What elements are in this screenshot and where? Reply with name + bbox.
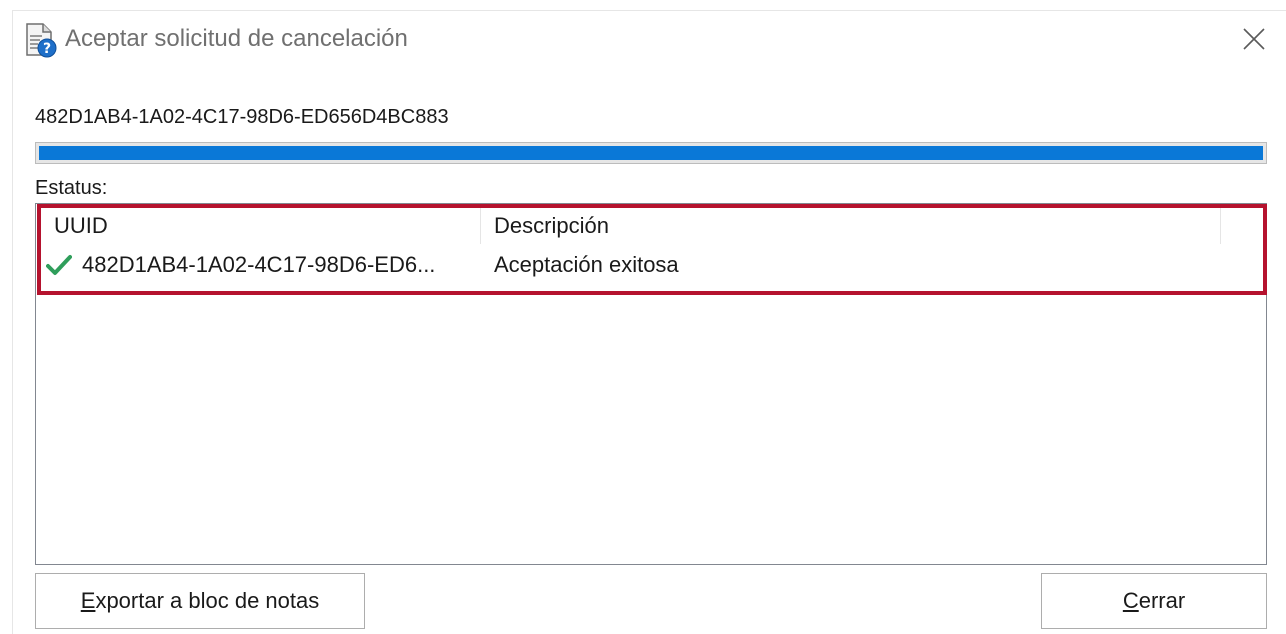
- status-list[interactable]: UUID Descripción 482D1AB4-1A02-4C17-98D6…: [35, 203, 1267, 565]
- close-button[interactable]: Cerrar: [1041, 573, 1267, 629]
- close-button-label: errar: [1138, 588, 1186, 613]
- window-title: Aceptar solicitud de cancelación: [65, 25, 408, 52]
- column-divider[interactable]: [480, 208, 481, 244]
- column-header-descripcion[interactable]: Descripción: [494, 204, 609, 248]
- current-uuid-label: 482D1AB4-1A02-4C17-98D6-ED656D4BC883: [35, 106, 449, 128]
- row-uuid-cell: 482D1AB4-1A02-4C17-98D6-ED6...: [82, 252, 436, 277]
- export-button-label: xportar a bloc de notas: [95, 588, 320, 613]
- close-button-mnemonic: C: [1122, 588, 1139, 613]
- svg-text:?: ?: [43, 41, 51, 57]
- column-header-uuid[interactable]: UUID: [54, 204, 108, 248]
- export-button-mnemonic: E: [80, 588, 96, 613]
- list-header: UUID Descripción: [36, 204, 1266, 248]
- close-window-button[interactable]: [1232, 19, 1276, 63]
- progress-bar-fill: [39, 146, 1263, 160]
- column-divider[interactable]: [1220, 208, 1221, 244]
- export-notepad-button[interactable]: Exportar a bloc de notas: [35, 573, 365, 629]
- table-row[interactable]: 482D1AB4-1A02-4C17-98D6-ED6... Aceptació…: [36, 248, 1266, 282]
- status-label: Estatus:: [35, 177, 108, 199]
- title-bar: ? Aceptar solicitud de cancelación: [13, 11, 1286, 69]
- close-icon: [1242, 27, 1266, 56]
- progress-bar: [35, 142, 1267, 164]
- green-check-icon: [46, 254, 72, 276]
- app-document-help-icon: ?: [21, 21, 59, 59]
- dialog-window: ? Aceptar solicitud de cancelación 482D1…: [12, 10, 1286, 634]
- row-description-cell: Aceptación exitosa: [494, 252, 679, 277]
